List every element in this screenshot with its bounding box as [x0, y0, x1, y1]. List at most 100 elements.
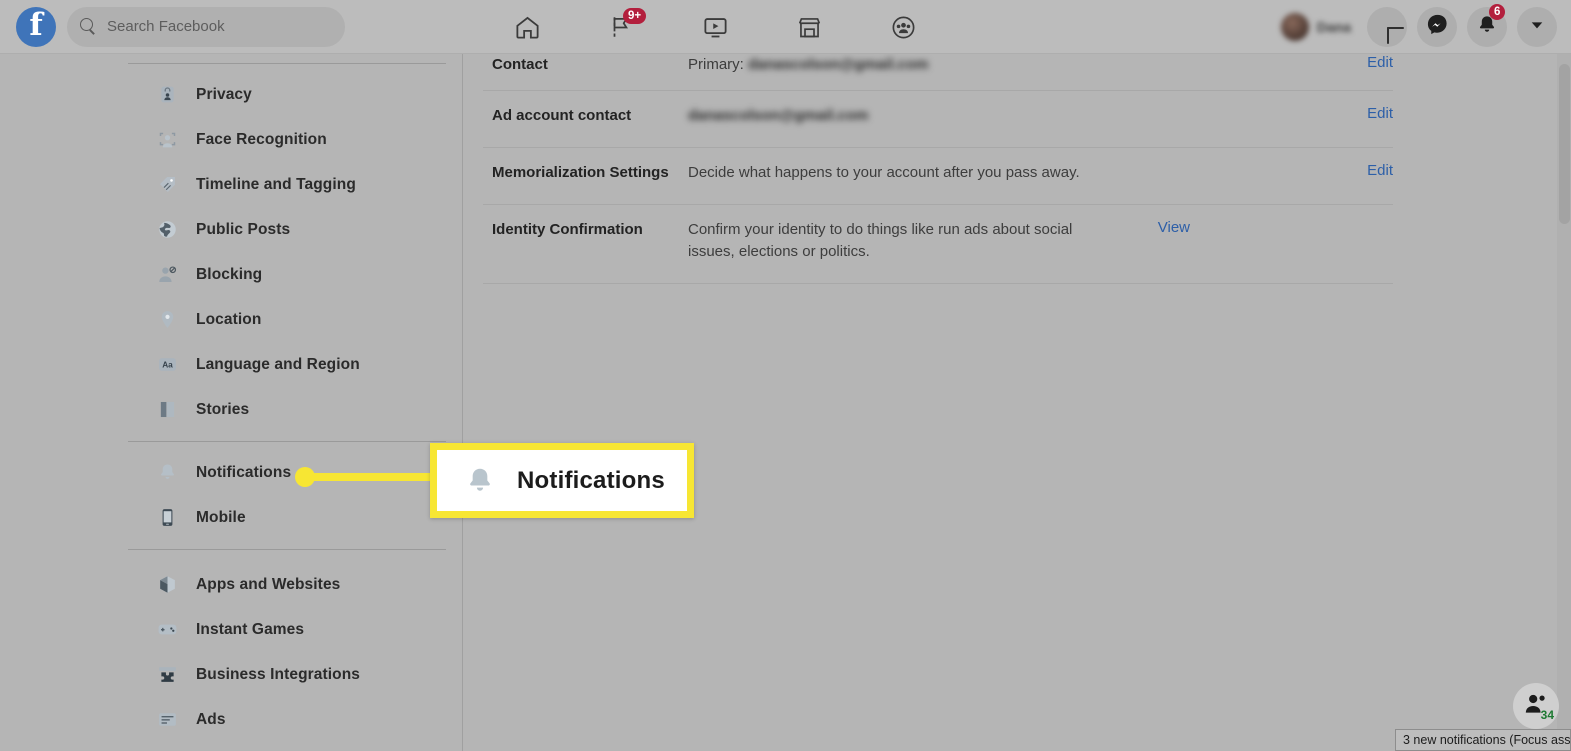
sidebar-item-label: Blocking	[196, 265, 263, 283]
cube-icon	[156, 574, 178, 596]
row-label: Ad account contact	[492, 107, 632, 124]
blocked-person-icon	[156, 264, 178, 286]
sidebar-item-blocking[interactable]: Blocking	[128, 252, 462, 297]
globe-icon	[156, 219, 178, 241]
face-scan-icon	[156, 129, 178, 151]
row-label: Contact	[492, 56, 548, 73]
callout-connector-line	[305, 473, 433, 481]
messenger-button[interactable]	[1417, 7, 1457, 47]
settings-row-ad-account-contact: Ad account contact danascolson@gmail.com…	[483, 91, 1393, 148]
sidebar-item-label: Public Posts	[196, 220, 291, 238]
settings-row-identity-confirmation: Identity Confirmation Confirm your ident…	[483, 205, 1393, 283]
contacts-count: 34	[1540, 708, 1554, 722]
sidebar-item-apps-and-websites[interactable]: Apps and Websites	[128, 562, 462, 607]
chevron-down-icon	[1528, 16, 1546, 39]
sidebar-group-3: Apps and Websites Instant Games Business…	[128, 550, 462, 742]
sidebar-item-label: Mobile	[196, 508, 246, 526]
callout-anchor-dot	[295, 467, 315, 487]
edit-link[interactable]: Edit	[1331, 54, 1393, 71]
page-scrollbar-thumb[interactable]	[1559, 64, 1570, 224]
row-label: Memorialization Settings	[492, 164, 669, 181]
account-settings-list: Contact Primary: danascolson@gmail.com E…	[483, 54, 1393, 284]
sidebar-item-label: Business Integrations	[196, 665, 361, 683]
settings-row-contact: Contact Primary: danascolson@gmail.com E…	[483, 54, 1393, 91]
sidebar-item-ads[interactable]: Ads	[128, 697, 462, 742]
sidebar-item-business-integrations[interactable]: Business Integrations	[128, 652, 462, 697]
facebook-settings-screen: f Search Facebook 9+ Dana 6 Privacy Face…	[0, 0, 1571, 751]
sidebar-item-public-posts[interactable]: Public Posts	[128, 207, 462, 252]
sidebar-group-1: Privacy Face Recognition Timeline and Ta…	[128, 64, 462, 432]
primary-nav: 9+	[508, 0, 922, 54]
messenger-icon	[1426, 13, 1449, 41]
sidebar-item-stories[interactable]: Stories	[128, 387, 462, 432]
sidebar-item-privacy[interactable]: Privacy	[128, 72, 462, 117]
pages-badge: 9+	[623, 8, 647, 24]
edit-link[interactable]: Edit	[1331, 162, 1393, 179]
windows-toast-notification[interactable]: 3 new notifications (Focus assist	[1395, 729, 1571, 751]
profile-name: Dana	[1316, 19, 1351, 35]
lock-person-icon	[156, 84, 178, 106]
bell-icon	[156, 462, 178, 484]
language-aa-icon: Aa	[156, 354, 178, 376]
map-pin-icon	[156, 309, 178, 331]
row-value-redacted: danascolson@gmail.com	[688, 107, 869, 124]
search-icon	[80, 18, 97, 35]
callout-label: Notifications	[517, 466, 665, 494]
create-button[interactable]	[1367, 7, 1407, 47]
search-placeholder: Search Facebook	[107, 18, 225, 35]
top-navigation-bar: f Search Facebook 9+ Dana 6	[0, 0, 1571, 54]
phone-icon	[156, 507, 178, 529]
book-icon	[156, 399, 178, 421]
search-input[interactable]: Search Facebook	[67, 6, 345, 47]
home-icon	[514, 14, 541, 41]
settings-row-memorialization-settings: Memorialization Settings Decide what hap…	[483, 148, 1393, 205]
row-value: Primary: danascolson@gmail.com	[688, 54, 1331, 76]
notifications-badge: 6	[1489, 4, 1506, 20]
sidebar-item-location[interactable]: Location	[128, 297, 462, 342]
view-link[interactable]: View	[1128, 219, 1190, 236]
store-icon	[796, 14, 823, 41]
nav-groups[interactable]	[884, 8, 922, 46]
sidebar-item-language-and-region[interactable]: Aa Language and Region	[128, 342, 462, 387]
account-nav: Dana 6	[1280, 0, 1557, 54]
bell-icon	[463, 464, 497, 498]
callout-highlight-box: Notifications	[430, 443, 694, 518]
svg-text:Aa: Aa	[162, 359, 173, 369]
facebook-logo[interactable]: f	[16, 6, 56, 47]
edit-link[interactable]: Edit	[1331, 105, 1393, 122]
sidebar-item-label: Notifications	[196, 463, 292, 481]
nav-marketplace[interactable]	[790, 8, 828, 46]
avatar	[1280, 13, 1309, 41]
sidebar-item-face-recognition[interactable]: Face Recognition	[128, 117, 462, 162]
toast-text: 3 new notifications (Focus assist	[1403, 733, 1571, 747]
video-icon	[702, 14, 729, 41]
sidebar-item-label: Face Recognition	[196, 130, 327, 148]
tag-icon	[156, 174, 178, 196]
contacts-bubble[interactable]: 34	[1513, 683, 1559, 729]
sidebar-item-mobile[interactable]: Mobile	[128, 495, 462, 540]
sidebar-item-label: Location	[196, 310, 262, 328]
profile-chip[interactable]: Dana	[1280, 13, 1351, 41]
nav-watch[interactable]	[696, 8, 734, 46]
sidebar-item-label: Stories	[196, 400, 250, 418]
row-value: danascolson@gmail.com	[688, 105, 1331, 127]
content-bottom-divider	[483, 283, 1393, 284]
account-menu-button[interactable]	[1517, 7, 1557, 47]
ad-board-icon	[156, 709, 178, 731]
nav-home[interactable]	[508, 8, 546, 46]
sidebar-item-instant-games[interactable]: Instant Games	[128, 607, 462, 652]
sidebar-group-2: Notifications Mobile	[128, 442, 462, 540]
notifications-button[interactable]: 6	[1467, 4, 1507, 47]
sidebar-item-label: Ads	[196, 710, 226, 728]
gamepad-icon	[156, 619, 178, 641]
row-value-prefix: Primary:	[688, 56, 748, 73]
row-value: Decide what happens to your account afte…	[688, 164, 1080, 181]
row-value-redacted: danascolson@gmail.com	[748, 56, 929, 73]
settings-sidebar: Privacy Face Recognition Timeline and Ta…	[128, 54, 462, 751]
sidebar-item-label: Apps and Websites	[196, 575, 341, 593]
nav-pages[interactable]: 9+	[602, 8, 647, 46]
sidebar-item-timeline-and-tagging[interactable]: Timeline and Tagging	[128, 162, 462, 207]
sidebar-content-divider	[462, 54, 463, 751]
sidebar-item-label: Timeline and Tagging	[196, 175, 356, 193]
puzzle-icon	[156, 664, 178, 686]
